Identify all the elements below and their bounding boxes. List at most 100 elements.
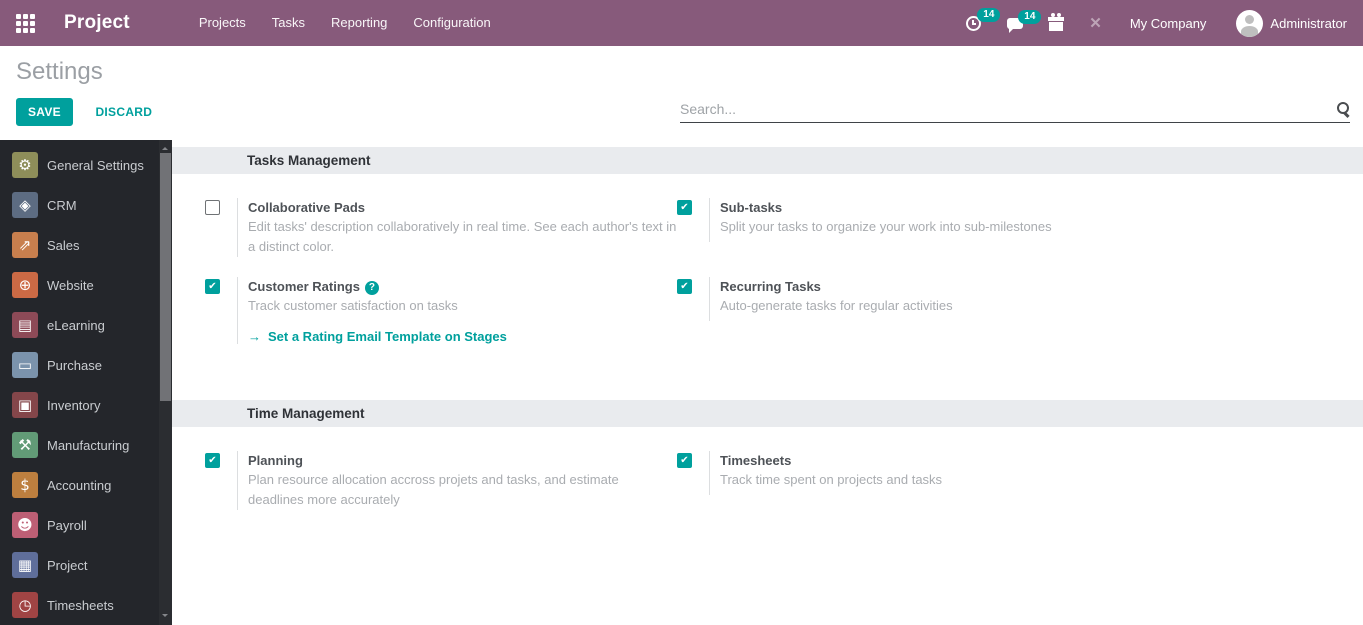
setting-label: Customer Ratings?	[248, 277, 507, 296]
handshake-icon: ◈	[12, 192, 38, 218]
sidebar-item-label: Accounting	[47, 477, 112, 493]
tools-button[interactable]: ✕	[1089, 16, 1102, 31]
search-bar	[680, 101, 1350, 123]
sidebar-item-payroll[interactable]: ☻ Payroll	[0, 505, 172, 545]
sidebar-item-label: Manufacturing	[47, 437, 130, 453]
setting-sub-tasks: Sub-tasks Split your tasks to organize y…	[677, 198, 1149, 242]
help-icon[interactable]: ?	[364, 281, 379, 295]
sidebar-item-label: Website	[47, 277, 94, 293]
sidebar-item-manufacturing[interactable]: ⚒ Manufacturing	[0, 425, 172, 465]
search-icon[interactable]	[1335, 101, 1350, 117]
setting-planning: Planning Plan resource allocation accros…	[205, 451, 677, 510]
scroll-down-icon[interactable]	[159, 612, 172, 625]
wrench-icon: ⚒	[12, 432, 38, 458]
settings-content: Tasks Management Collaborative Pads Edit…	[172, 140, 1363, 625]
sidebar-item-label: Inventory	[47, 397, 101, 413]
globe-icon: ⊕	[12, 272, 38, 298]
employee-icon: ☻	[12, 512, 38, 538]
sidebar-item-label: CRM	[47, 197, 77, 213]
sidebar-item-label: eLearning	[47, 317, 105, 333]
settings-sidebar: ⚙ General Settings ◈ CRM ⇗ Sales ⊕ Websi…	[0, 140, 172, 625]
sidebar-item-timesheets[interactable]: ◷ Timesheets	[0, 585, 172, 625]
collaborative-pads-checkbox[interactable]	[205, 200, 220, 215]
invoice-icon: $	[12, 472, 38, 498]
messages-button[interactable]: 14	[1007, 9, 1042, 33]
nav-tasks[interactable]: Tasks	[259, 0, 318, 46]
setting-label: Timesheets	[720, 453, 792, 468]
nav-configuration[interactable]: Configuration	[400, 0, 503, 46]
apps-menu-icon[interactable]	[16, 13, 35, 33]
sidebar-item-elearning[interactable]: ▤ eLearning	[0, 305, 172, 345]
sidebar-item-label: Timesheets	[47, 597, 114, 613]
sidebar-item-project[interactable]: ▦ Project	[0, 545, 172, 585]
setting-description: Auto-generate tasks for regular activiti…	[720, 298, 953, 313]
app-menu: Projects Tasks Reporting Configuration	[186, 0, 504, 46]
gift-icon	[1048, 12, 1065, 31]
section-title: Tasks Management	[172, 147, 1363, 174]
discard-button[interactable]: DISCARD	[83, 99, 164, 125]
card-icon: ▭	[12, 352, 38, 378]
section-title: Time Management	[172, 400, 1363, 427]
control-panel: Settings SAVE DISCARD	[0, 46, 1363, 140]
setting-recurring-tasks: Recurring Tasks Auto-generate tasks for …	[677, 277, 1149, 321]
rating-email-template-link[interactable]: → Set a Rating Email Template on Stages	[248, 329, 507, 344]
sidebar-item-accounting[interactable]: $ Accounting	[0, 465, 172, 505]
puzzle-icon: ▦	[12, 552, 38, 578]
stopwatch-icon: ◷	[12, 592, 38, 618]
setting-description: Split your tasks to organize your work i…	[720, 219, 1052, 234]
setting-label: Planning	[248, 453, 303, 468]
page-title: Settings	[16, 58, 103, 85]
setting-description: Track customer satisfaction on tasks	[248, 298, 458, 313]
sidebar-item-label: General Settings	[47, 157, 144, 173]
avatar	[1236, 9, 1264, 37]
scrollbar-thumb[interactable]	[160, 153, 171, 401]
setting-collaborative-pads: Collaborative Pads Edit tasks' descripti…	[205, 198, 677, 257]
sidebar-item-website[interactable]: ⊕ Website	[0, 265, 172, 305]
top-navbar: Project Projects Tasks Reporting Configu…	[0, 0, 1363, 46]
setting-description: Track time spent on projects and tasks	[720, 472, 943, 487]
sidebar-item-label: Project	[47, 557, 88, 573]
tools-icon: ✕	[1089, 14, 1102, 32]
sidebar-item-purchase[interactable]: ▭ Purchase	[0, 345, 172, 385]
search-input[interactable]	[680, 101, 1335, 117]
arrow-right-icon: →	[248, 329, 261, 344]
setting-label: Recurring Tasks	[720, 279, 821, 294]
sidebar-scrollbar[interactable]	[159, 140, 172, 625]
sidebar-item-crm[interactable]: ◈ CRM	[0, 185, 172, 225]
section-time-management: Time Management Planning Plan resource a…	[172, 400, 1363, 530]
planning-checkbox[interactable]	[205, 453, 220, 468]
messages-badge: 14	[1018, 9, 1042, 24]
activities-badge: 14	[977, 7, 1001, 22]
sidebar-item-label: Sales	[47, 237, 80, 253]
sidebar-item-sales[interactable]: ⇗ Sales	[0, 225, 172, 265]
gear-icon: ⚙	[12, 152, 38, 178]
setting-label: Collaborative Pads	[248, 200, 366, 215]
activities-button[interactable]: 14	[966, 7, 1001, 31]
sidebar-item-general-settings[interactable]: ⚙ General Settings	[0, 145, 172, 185]
company-switcher[interactable]: My Company	[1130, 16, 1207, 31]
nav-projects[interactable]: Projects	[186, 0, 259, 46]
user-menu[interactable]: Administrator	[1236, 9, 1347, 37]
scroll-up-icon[interactable]	[159, 140, 172, 153]
presentation-icon: ▤	[12, 312, 38, 338]
save-button[interactable]: SAVE	[16, 98, 73, 126]
sidebar-item-label: Purchase	[47, 357, 102, 373]
sidebar-item-inventory[interactable]: ▣ Inventory	[0, 385, 172, 425]
gift-button[interactable]	[1048, 12, 1065, 31]
sub-tasks-checkbox[interactable]	[677, 200, 692, 215]
customer-ratings-checkbox[interactable]	[205, 279, 220, 294]
sidebar-item-label: Payroll	[47, 517, 87, 533]
recurring-tasks-checkbox[interactable]	[677, 279, 692, 294]
nav-reporting[interactable]: Reporting	[318, 0, 400, 46]
user-name: Administrator	[1270, 15, 1347, 31]
section-tasks-management: Tasks Management Collaborative Pads Edit…	[172, 147, 1363, 364]
box-icon: ▣	[12, 392, 38, 418]
setting-description: Edit tasks' description collaboratively …	[248, 219, 677, 254]
chart-icon: ⇗	[12, 232, 38, 258]
setting-timesheets: Timesheets Track time spent on projects …	[677, 451, 1149, 495]
setting-label: Sub-tasks	[720, 200, 783, 215]
setting-description: Plan resource allocation accross projets…	[248, 472, 619, 507]
app-brand[interactable]: Project	[64, 12, 130, 34]
timesheets-checkbox[interactable]	[677, 453, 692, 468]
setting-customer-ratings: Customer Ratings? Track customer satisfa…	[205, 277, 677, 344]
